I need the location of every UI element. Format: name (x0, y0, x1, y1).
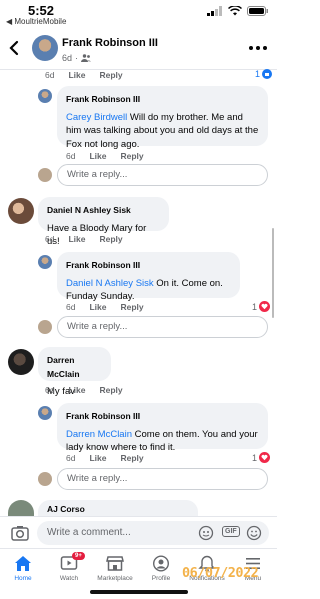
tab-label: Home (14, 575, 32, 582)
camera-icon[interactable] (11, 525, 29, 541)
avatar (38, 472, 52, 486)
comment-bubble: Daniel N Ashley Sisk Have a Bloody Mary … (38, 197, 169, 247)
comment-time: 6d (45, 385, 55, 395)
tab-watch[interactable]: 9+ Watch (46, 552, 92, 582)
comment-author[interactable]: AJ Corso (47, 503, 189, 516)
comment-author[interactable]: Frank Robinson III (66, 410, 259, 424)
reply-button[interactable]: Reply (120, 151, 143, 161)
avatar[interactable] (8, 198, 34, 224)
comment-time: 6d (66, 302, 76, 312)
avatar[interactable] (38, 89, 52, 103)
like-button[interactable]: Like (68, 70, 85, 80)
reaction-count[interactable]: 1 (252, 452, 271, 463)
comment-composer: Write a comment... GIF (0, 516, 277, 548)
notification-badge: 9+ (72, 552, 85, 560)
tab-profile[interactable]: Profile (138, 555, 184, 582)
profile-icon (152, 555, 170, 572)
reaction-count[interactable]: 1 (255, 69, 273, 79)
comment-bubble: Darren McClain My fav (38, 347, 111, 397)
like-button[interactable]: Like (89, 453, 106, 463)
signal-icon (207, 6, 222, 16)
like-button[interactable]: Like (68, 385, 85, 395)
avatar[interactable] (8, 500, 34, 516)
comment-author[interactable]: Frank Robinson III (66, 259, 231, 273)
avatar (38, 168, 52, 182)
reaction-number: 1 (255, 69, 261, 79)
reaction-count[interactable]: 1 (252, 301, 271, 312)
status-bar: 5:52 ◀ MoultrieMobile (0, 0, 277, 28)
friends-icon (81, 54, 92, 62)
comment-author[interactable]: Frank Robinson III (66, 93, 259, 107)
comment-bubble: Frank Robinson III Darren McClain Come o… (57, 403, 268, 453)
more-options-icon[interactable] (249, 46, 267, 50)
comment-actions: 6d Like Reply (66, 302, 144, 312)
heart-icon (259, 452, 271, 463)
avatar (38, 320, 52, 334)
gif-icon[interactable]: GIF (222, 526, 240, 537)
comment-bubble: Frank Robinson III Daniel N Ashley Sisk … (57, 252, 240, 302)
avatar[interactable] (32, 35, 58, 61)
back-arrow-icon[interactable] (8, 40, 20, 56)
emoji-icon[interactable] (246, 525, 262, 541)
reply-button[interactable]: Reply (99, 385, 122, 395)
like-button[interactable]: Like (89, 151, 106, 161)
tab-label: Watch (59, 575, 79, 582)
post-time: 6d (62, 53, 73, 63)
status-time: 5:52 (28, 3, 55, 18)
comment-time: 6d (66, 151, 76, 161)
avatar[interactable] (38, 406, 52, 420)
comment-actions: 6d Like Reply (45, 234, 123, 244)
separator: · (75, 53, 79, 63)
mention-tag[interactable]: Daniel N Ashley Sisk (66, 278, 154, 289)
tab-label: Marketplace (97, 575, 133, 582)
heart-icon (259, 301, 271, 312)
reply-button[interactable]: Reply (120, 453, 143, 463)
marketplace-icon (106, 556, 124, 571)
battery-icon (247, 6, 268, 16)
avatar[interactable] (8, 349, 34, 375)
reply-input[interactable]: Write a reply... (57, 468, 268, 490)
comment-actions: 6d Like Reply (45, 385, 123, 395)
comment-time: 6d (45, 70, 55, 80)
reply-button[interactable]: Reply (99, 234, 122, 244)
comment-actions: 6d Like Reply (66, 151, 144, 161)
comment-author[interactable]: Darren McClain (47, 354, 102, 381)
reply-button[interactable]: Reply (99, 70, 122, 80)
reaction-number: 1 (252, 301, 258, 312)
back-to-app-link[interactable]: ◀ MoultrieMobile (6, 17, 66, 26)
post-meta: 6d · (62, 53, 92, 63)
status-icons (207, 6, 269, 16)
avatar[interactable] (38, 255, 52, 269)
avatar-sticker-icon[interactable] (198, 525, 214, 541)
comment-time: 6d (66, 453, 76, 463)
comment-bubble: AJ Corso (38, 500, 198, 516)
scrollbar[interactable] (272, 228, 274, 318)
post-author-name[interactable]: Frank Robinson III (62, 37, 158, 49)
post-header: Frank Robinson III 6d · (0, 28, 277, 70)
reply-input[interactable]: Write a reply... (57, 316, 268, 338)
comment-bubble: Frank Robinson III Carey Birdwell Will d… (57, 86, 268, 150)
comment-author[interactable]: Daniel N Ashley Sisk (47, 204, 160, 218)
mention-tag[interactable]: Carey Birdwell (66, 112, 127, 123)
wifi-icon (228, 6, 242, 16)
mention-tag[interactable]: Darren McClain (66, 429, 132, 440)
home-icon (15, 556, 31, 571)
comment-actions: 6d Like Reply (66, 453, 144, 463)
date-stamp: 06/07/2022 (182, 565, 259, 581)
home-indicator[interactable] (90, 590, 188, 594)
like-reaction-icon (262, 69, 273, 79)
reply-button[interactable]: Reply (120, 302, 143, 312)
reaction-number: 1 (252, 452, 258, 463)
like-button[interactable]: Like (68, 234, 85, 244)
tab-label: Profile (151, 575, 171, 582)
tab-home[interactable]: Home (0, 555, 46, 582)
reply-input[interactable]: Write a reply... (57, 164, 268, 186)
comment-time: 6d (45, 234, 55, 244)
tab-marketplace[interactable]: Marketplace (92, 555, 138, 582)
comment-actions: 6d Like Reply (45, 70, 123, 80)
like-button[interactable]: Like (89, 302, 106, 312)
